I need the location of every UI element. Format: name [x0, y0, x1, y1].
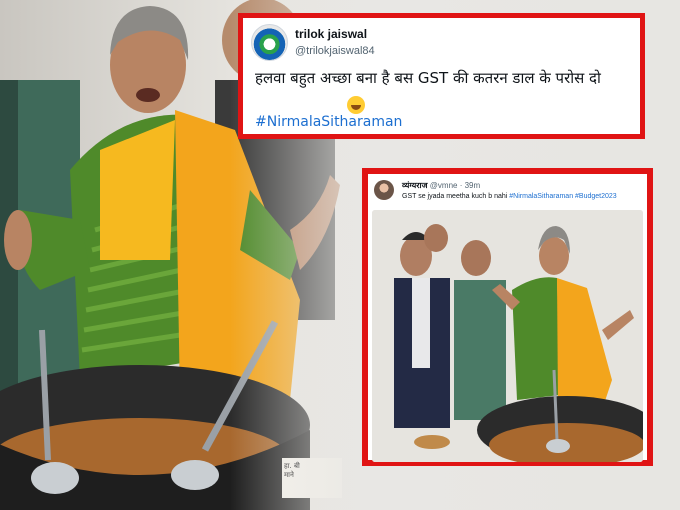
- inner-tweet-text: GST se jyada meetha kuch b nahi: [402, 193, 508, 200]
- sign-text: हा. बी माने: [284, 462, 300, 479]
- inner-saree-green: [512, 277, 560, 400]
- avatar: [374, 180, 394, 200]
- tweet-card-inner: व्यंग्यराज @vmne · 39m GST se jyada meet…: [362, 168, 653, 466]
- tweet-text: हलवा बहुत अच्छा बना है बस GST की कतरन डा…: [255, 69, 601, 87]
- tweet-hashtag[interactable]: #NirmalaSitharaman: [255, 114, 402, 130]
- avatar: [251, 24, 288, 61]
- inner-author-handle: @vmne: [429, 181, 458, 190]
- inner-photo-scene: [372, 210, 643, 462]
- inner-time: 39m: [464, 181, 481, 190]
- tweet-meta: व्यंग्यराज @vmne · 39m: [402, 181, 481, 190]
- tweet-author-handle: @trilokjaiswal84: [295, 45, 375, 57]
- inner-woman-face: [539, 237, 569, 275]
- inner-author-name: व्यंग्यराज: [402, 181, 428, 190]
- tweet-author-name: trilok jaiswal: [295, 27, 368, 41]
- inner-tweet-hashtags[interactable]: #NirmalaSitharaman #Budget2023: [509, 193, 616, 200]
- man-green-shirt: [454, 280, 506, 420]
- inner-photo: [372, 210, 643, 462]
- tweet-card-main: trilok jaiswal @trilokjaiswal84 हलवा बहु…: [238, 13, 645, 139]
- inner-tweet-text-row: GST se jyada meetha kuch b nahi #Nirmala…: [402, 193, 650, 200]
